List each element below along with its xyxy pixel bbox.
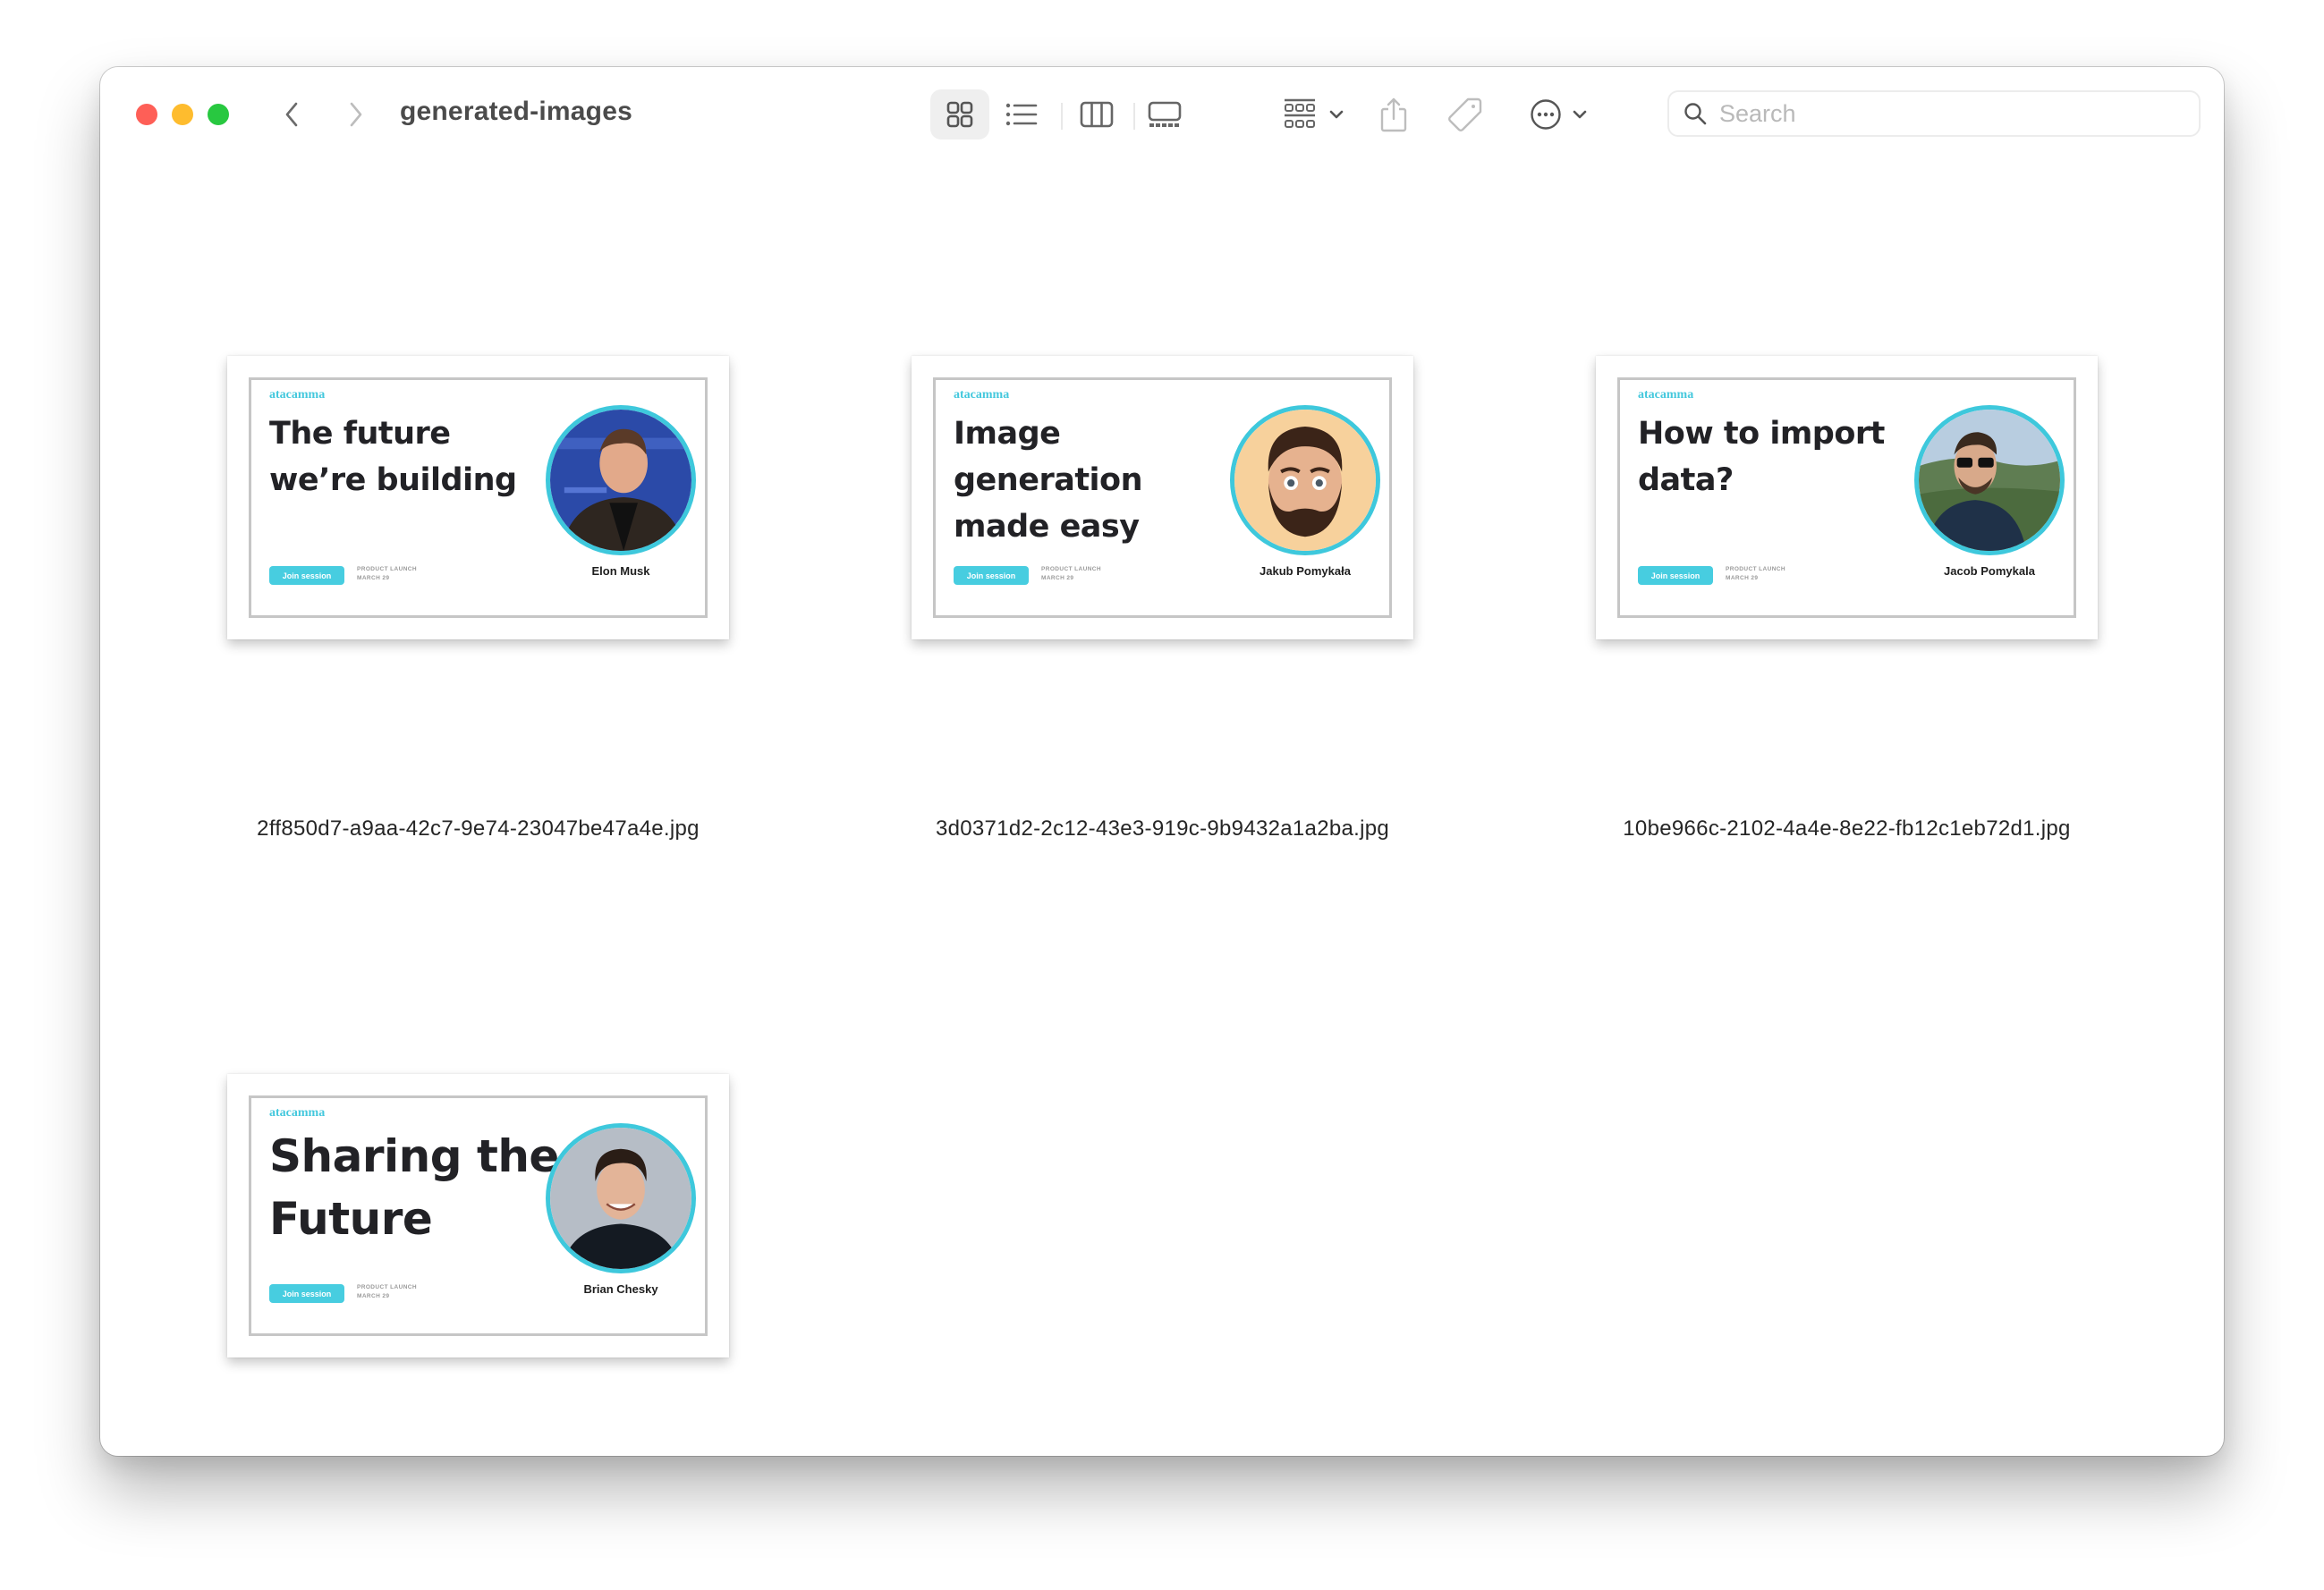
- ellipsis-circle-icon: [1531, 99, 1561, 130]
- event-meta: PRODUCT LAUNCH MARCH 29: [357, 1283, 417, 1301]
- chevron-down-icon: [1329, 110, 1344, 119]
- close-button[interactable]: [136, 104, 157, 125]
- search-field[interactable]: [1667, 90, 2201, 137]
- thumbnail-frame: atacamma The future we’re building Join …: [249, 377, 708, 618]
- join-session-badge: Join session: [954, 566, 1029, 585]
- person-photo-icon: [1919, 410, 2060, 551]
- brand-label: atacamma: [269, 388, 326, 402]
- speaker-photo: [1914, 405, 2065, 555]
- thumbnail-frame: atacamma How to import data? Join sessio…: [1617, 377, 2076, 618]
- join-session-badge: Join session: [269, 566, 344, 585]
- chevron-right-icon: [350, 102, 362, 127]
- file-name[interactable]: 10be966c-2102-4a4e-8e22-fb12c1eb72d1.jpg: [1542, 816, 2151, 842]
- icon-view-button[interactable]: [930, 89, 989, 140]
- window-title: generated-images: [400, 97, 632, 126]
- join-session-badge: Join session: [1638, 566, 1713, 585]
- file-thumbnail[interactable]: atacamma How to import data? Join sessio…: [1596, 356, 2098, 639]
- thumbnail-headline: Image generation made easy: [954, 416, 1143, 545]
- search-icon: [1684, 103, 1707, 125]
- thumbnail-headline: The future we’re building: [269, 416, 517, 498]
- event-type: PRODUCT LAUNCH: [1726, 566, 1785, 572]
- more-actions-button[interactable]: [1522, 89, 1594, 140]
- share-button[interactable]: [1374, 89, 1413, 140]
- columns-icon: [1080, 101, 1114, 128]
- event-meta: PRODUCT LAUNCH MARCH 29: [1041, 565, 1101, 583]
- toolbar-divider: [1061, 103, 1063, 130]
- share-icon: [1380, 97, 1407, 132]
- list-icon: [1005, 103, 1038, 126]
- chevron-left-icon: [285, 102, 298, 127]
- file-name[interactable]: 2ff850d7-a9aa-42c7-9e74-23047be47a4e.jpg: [174, 816, 783, 842]
- brand-label: atacamma: [954, 388, 1010, 402]
- gallery-icon: [1148, 101, 1182, 127]
- column-view-button[interactable]: [1077, 89, 1116, 140]
- thumbnail-frame: atacamma Image generation made easy Join…: [933, 377, 1392, 618]
- speaker-name: Elon Musk: [591, 564, 650, 578]
- toolbar-divider: [1133, 103, 1135, 130]
- minimize-button[interactable]: [172, 104, 193, 125]
- event-type: PRODUCT LAUNCH: [357, 566, 417, 572]
- file-thumbnail[interactable]: atacamma The future we’re building Join …: [227, 356, 729, 639]
- person-photo-icon: [550, 410, 691, 551]
- file-name[interactable]: 3d0371d2-2c12-43e3-919c-9b9432a1a2ba.jpg: [858, 816, 1467, 842]
- tag-icon: [1448, 97, 1482, 131]
- group-by-icon: [1285, 98, 1315, 128]
- thumbnail-headline: How to import data?: [1638, 416, 1885, 498]
- speaker-name: Jakub Pomykała: [1260, 564, 1351, 578]
- event-meta: PRODUCT LAUNCH MARCH 29: [1726, 565, 1785, 583]
- chevron-down-icon: [1573, 110, 1587, 119]
- file-thumbnail[interactable]: atacamma Sharing the Future Join session…: [227, 1074, 729, 1357]
- person-photo-icon: [550, 1128, 691, 1269]
- search-input[interactable]: [1718, 98, 2150, 129]
- back-button[interactable]: [278, 99, 305, 130]
- zoom-button[interactable]: [208, 104, 229, 125]
- event-date: MARCH 29: [357, 1293, 390, 1299]
- list-view-button[interactable]: [1002, 89, 1041, 140]
- event-type: PRODUCT LAUNCH: [1041, 566, 1101, 572]
- finder-window: generated-images Search atacamma The fut…: [100, 67, 2224, 1456]
- speaker-photo: [546, 405, 696, 555]
- speaker-name: Jacob Pomykala: [1944, 564, 2035, 578]
- event-type: PRODUCT LAUNCH: [357, 1284, 417, 1290]
- event-date: MARCH 29: [1726, 575, 1759, 581]
- join-session-badge: Join session: [269, 1284, 344, 1303]
- file-thumbnail[interactable]: atacamma Image generation made easy Join…: [912, 356, 1413, 639]
- speaker-name: Brian Chesky: [583, 1282, 658, 1296]
- grid-icon: [946, 101, 973, 128]
- thumbnail-frame: atacamma Sharing the Future Join session…: [249, 1095, 708, 1336]
- thumbnail-headline: Sharing the Future: [269, 1130, 559, 1245]
- brand-label: atacamma: [1638, 388, 1694, 402]
- group-by-button[interactable]: [1277, 89, 1349, 140]
- speaker-photo: [1230, 405, 1380, 555]
- speaker-photo: [546, 1123, 696, 1273]
- forward-button[interactable]: [343, 99, 369, 130]
- event-date: MARCH 29: [1041, 575, 1074, 581]
- memoji-avatar-icon: [1234, 410, 1376, 551]
- event-meta: PRODUCT LAUNCH MARCH 29: [357, 565, 417, 583]
- gallery-view-button[interactable]: [1145, 89, 1184, 140]
- tag-button[interactable]: [1444, 89, 1487, 140]
- event-date: MARCH 29: [357, 575, 390, 581]
- brand-label: atacamma: [269, 1106, 326, 1120]
